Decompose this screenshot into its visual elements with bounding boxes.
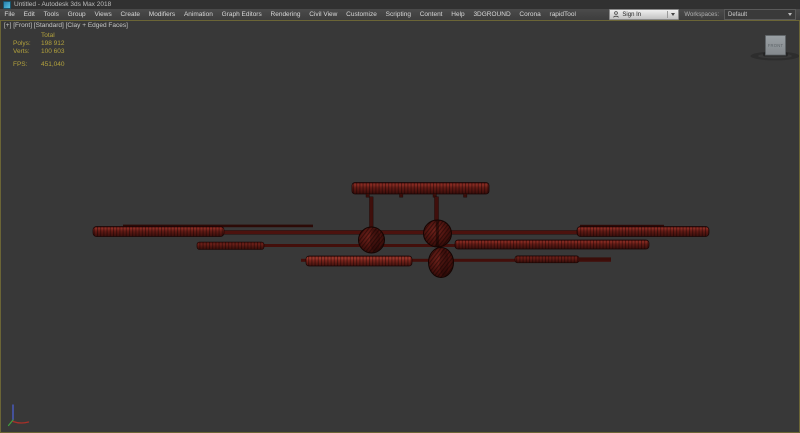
viewport-overlays: FRONT [7,35,800,427]
sign-in-label: Sign In [622,11,642,18]
menu-views[interactable]: Views [90,11,116,18]
menu-group[interactable]: Group [63,11,90,18]
menu-content[interactable]: Content [415,11,447,18]
window-title: Untitled - Autodesk 3ds Max 2018 [14,1,112,8]
menu-customize[interactable]: Customize [342,11,382,18]
viewcube[interactable]: FRONT [750,35,800,61]
3dsmax-window: Untitled - Autodesk 3ds Max 2018 File Ed… [0,0,800,433]
menu-modifiers[interactable]: Modifiers [144,11,179,18]
axis-tripod-icon [7,404,30,427]
menu-help[interactable]: Help [447,11,469,18]
menu-edit[interactable]: Edit [19,11,39,18]
caret-down-icon [788,13,792,16]
3dsmax-logo-icon [3,0,11,9]
menu-animation[interactable]: Animation [180,11,218,18]
workspace-selected: Default [728,11,748,18]
menu-civil-view[interactable]: Civil View [305,11,342,18]
workspace-select[interactable]: Default [724,9,796,20]
menu-file[interactable]: File [0,11,19,18]
menu-bar: File Edit Tools Group Views Create Modif… [0,9,800,20]
menu-rapidtool[interactable]: rapidTool [545,11,580,18]
caret-down-icon[interactable] [671,13,676,16]
divider [667,11,669,18]
menu-tools[interactable]: Tools [39,11,63,18]
title-bar: Untitled - Autodesk 3ds Max 2018 [0,0,800,9]
menu-items: File Edit Tools Group Views Create Modif… [0,9,580,20]
menubar-right: Sign In Workspaces: Default [609,9,800,20]
menu-rendering[interactable]: Rendering [266,11,305,18]
menu-graph-editors[interactable]: Graph Editors [217,11,266,18]
front-viewport[interactable]: [+] [Front] [Standard] [Clay + Edged Fac… [1,21,799,432]
menu-3dground[interactable]: 3DGROUND [469,11,515,18]
viewcube-face-label: FRONT [768,43,784,48]
sign-in-button[interactable]: Sign In [609,9,680,20]
workspaces-label: Workspaces: [684,11,719,18]
user-icon [613,11,620,18]
active-viewport-border: [+] [Front] [Standard] [Clay + Edged Fac… [0,20,800,433]
menu-corona[interactable]: Corona [515,11,545,18]
menu-scripting[interactable]: Scripting [381,11,415,18]
menu-create[interactable]: Create [116,11,144,18]
